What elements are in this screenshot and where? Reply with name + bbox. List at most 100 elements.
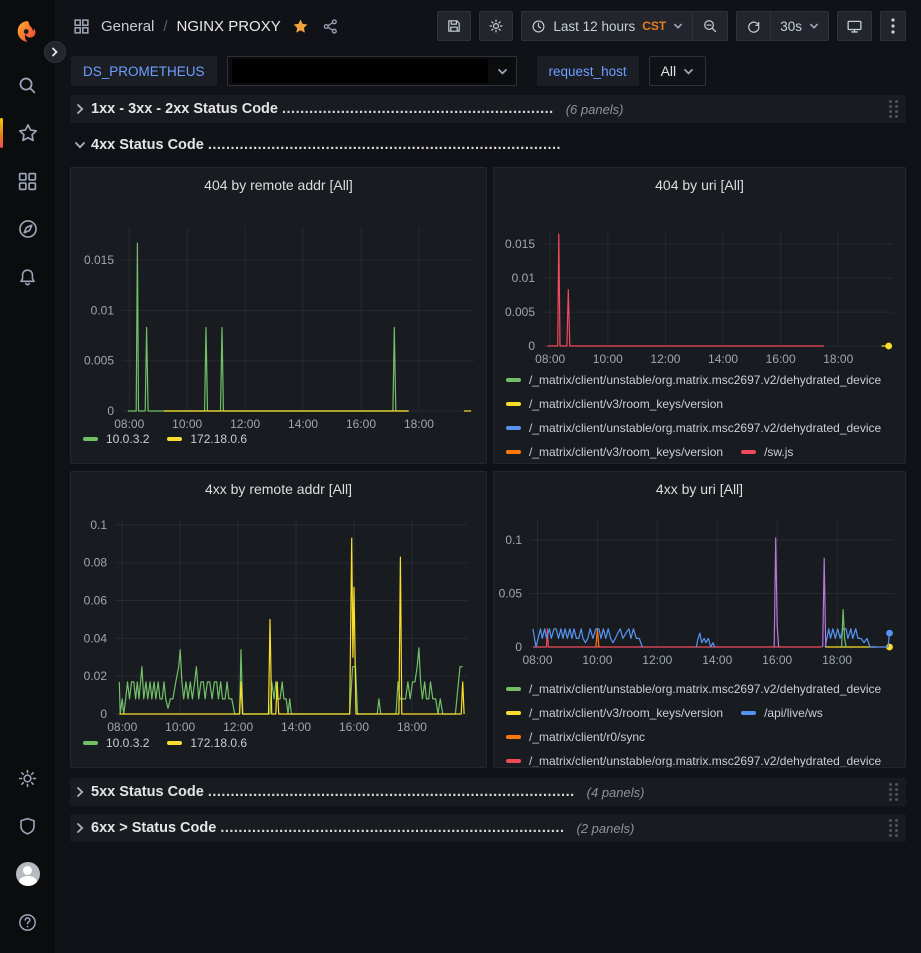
variable-ds-select[interactable]: [227, 56, 517, 86]
chart-legend: 10.0.3.2 172.18.0.6: [83, 432, 482, 446]
legend-item[interactable]: /_matrix/client/r0/sync: [506, 730, 645, 744]
dashboard-grid-icon: [71, 16, 92, 37]
sidebar-item-help[interactable]: [0, 905, 55, 939]
tv-mode-button[interactable]: [837, 11, 872, 41]
sidebar-item-starred[interactable]: [0, 116, 55, 150]
top-navbar: General / NGINX PROXY: [55, 0, 921, 52]
sidebar-item-dashboards[interactable]: [0, 164, 55, 198]
legend-item[interactable]: /_matrix/client/unstable/org.matrix.msc2…: [506, 682, 881, 696]
panel-title[interactable]: 404 by remote addr [All]: [71, 168, 486, 202]
panel-title[interactable]: 4xx by uri [All]: [494, 472, 905, 506]
share-button[interactable]: [320, 16, 341, 37]
timeseries-chart[interactable]: 08:0010:0012:0014:0016:0018:0000.0050.01…: [494, 204, 905, 374]
variable-ds-label[interactable]: DS_PROMETHEUS: [71, 56, 217, 86]
legend-swatch: [506, 687, 521, 691]
timeseries-chart[interactable]: 08:0010:0012:0014:0016:0018:0000.050.1: [494, 508, 905, 674]
variable-host-select[interactable]: All: [649, 56, 707, 86]
legend-item[interactable]: 172.18.0.6: [167, 432, 247, 446]
svg-text:10:00: 10:00: [165, 720, 195, 734]
legend-item[interactable]: /_matrix/client/v3/room_keys/version: [506, 397, 723, 411]
chevron-right-icon: [74, 822, 86, 834]
chevron-down-icon: [497, 66, 508, 77]
svg-text:18:00: 18:00: [822, 653, 852, 667]
avatar: [16, 862, 40, 886]
legend-item[interactable]: 10.0.3.2: [83, 736, 149, 750]
sidebar-item-server-admin[interactable]: [0, 809, 55, 843]
row-6xx[interactable]: 6xx > Status Code ......................…: [70, 814, 906, 842]
svg-text:18:00: 18:00: [823, 352, 853, 366]
svg-text:0.01: 0.01: [91, 303, 115, 317]
refresh-interval-dropdown[interactable]: 30s: [770, 12, 828, 40]
panel-404-by-remote-addr: 404 by remote addr [All] 08:0010:0012:00…: [70, 167, 487, 464]
legend-item[interactable]: 172.18.0.6: [167, 736, 247, 750]
svg-text:10:00: 10:00: [582, 653, 612, 667]
legend-swatch: [506, 402, 521, 406]
row-title: 4xx Status Code: [91, 137, 204, 153]
monitor-icon: [846, 18, 863, 35]
panel-title[interactable]: 404 by uri [All]: [494, 168, 905, 202]
svg-text:0: 0: [107, 404, 114, 418]
row-1xx-3xx-2xx[interactable]: 1xx - 3xx - 2xx Status Code ............…: [70, 95, 906, 123]
sidebar-item-alerting[interactable]: [0, 260, 55, 294]
legend-item[interactable]: /_matrix/client/unstable/org.matrix.msc2…: [506, 754, 881, 768]
legend-item[interactable]: 10.0.3.2: [83, 432, 149, 446]
timeseries-chart[interactable]: 08:0010:0012:0014:0016:0018:0000.020.040…: [71, 508, 486, 738]
legend-item[interactable]: /_matrix/client/unstable/org.matrix.msc2…: [506, 373, 881, 387]
row-5xx[interactable]: 5xx Status Code ........................…: [70, 778, 906, 806]
star-icon: [17, 122, 39, 144]
grafana-app: General / NGINX PROXY: [0, 0, 921, 953]
legend-item[interactable]: /api/live/ws: [741, 706, 823, 720]
row-drag-handle[interactable]: [887, 817, 900, 839]
svg-text:10:00: 10:00: [593, 352, 623, 366]
sidebar-item-explore[interactable]: [0, 212, 55, 246]
panel-grid: 404 by remote addr [All] 08:00 10:00 12:00…: [70, 167, 906, 768]
chart-legend: /_matrix/client/unstable/org.matrix.msc2…: [506, 682, 901, 768]
sidebar-expand-button[interactable]: [44, 41, 66, 63]
row-drag-handle[interactable]: [887, 781, 900, 803]
svg-text:0: 0: [100, 707, 107, 721]
sidebar-item-search[interactable]: [0, 68, 55, 102]
row-drag-handle[interactable]: [887, 98, 900, 120]
svg-text:08:00: 08:00: [107, 720, 137, 734]
row-4xx[interactable]: 4xx Status Code ........................…: [70, 131, 906, 159]
legend-item[interactable]: /_matrix/client/v3/room_keys/version: [506, 706, 723, 720]
dashboard-settings-button[interactable]: [479, 11, 513, 41]
save-icon: [446, 18, 462, 34]
refresh-interval-value: 30s: [780, 19, 802, 34]
legend-swatch: [506, 378, 521, 382]
refresh-button[interactable]: [737, 12, 770, 40]
sidebar-item-profile[interactable]: [0, 857, 55, 891]
breadcrumb-folder[interactable]: General: [101, 18, 154, 35]
legend-swatch: [83, 741, 98, 745]
legend-item[interactable]: /sw.js: [741, 445, 793, 459]
timeseries-chart[interactable]: 08:0010:0012:0014:0016:0018:0000.0050.01…: [71, 204, 486, 436]
legend-item[interactable]: /_matrix/client/unstable/org.matrix.msc2…: [506, 421, 881, 435]
save-dashboard-button[interactable]: [437, 11, 471, 41]
legend-swatch: [506, 711, 521, 715]
svg-text:12:00: 12:00: [650, 352, 680, 366]
time-range-picker[interactable]: Last 12 hours CST: [522, 12, 692, 40]
panel-title[interactable]: 4xx by remote addr [All]: [71, 472, 486, 506]
svg-text:0.005: 0.005: [84, 354, 114, 368]
more-options-button[interactable]: [880, 11, 906, 41]
variables-bar: DS_PROMETHEUS request_host All: [55, 52, 921, 90]
legend-label: 10.0.3.2: [106, 736, 149, 750]
row-dots: ........................................…: [220, 820, 564, 836]
legend-label: /_matrix/client/unstable/org.matrix.msc2…: [529, 754, 881, 768]
variable-host-label[interactable]: request_host: [537, 56, 639, 86]
sidebar-item-settings[interactable]: [0, 761, 55, 795]
row-title: 5xx Status Code: [91, 784, 204, 800]
favorite-star-button[interactable]: [290, 16, 311, 37]
svg-text:0.06: 0.06: [84, 594, 108, 608]
svg-text:0.05: 0.05: [499, 587, 523, 601]
bell-icon: [17, 267, 38, 288]
legend-item[interactable]: /_matrix/client/v3/room_keys/version: [506, 445, 723, 459]
time-picker-group: Last 12 hours CST: [521, 11, 728, 41]
svg-text:08:00: 08:00: [522, 653, 552, 667]
svg-text:12:00: 12:00: [642, 653, 672, 667]
gear-icon: [488, 18, 504, 34]
svg-text:12:00: 12:00: [230, 417, 260, 431]
zoom-out-button[interactable]: [692, 12, 727, 40]
nav-sidebar: [0, 0, 55, 953]
kebab-icon: [891, 18, 895, 34]
